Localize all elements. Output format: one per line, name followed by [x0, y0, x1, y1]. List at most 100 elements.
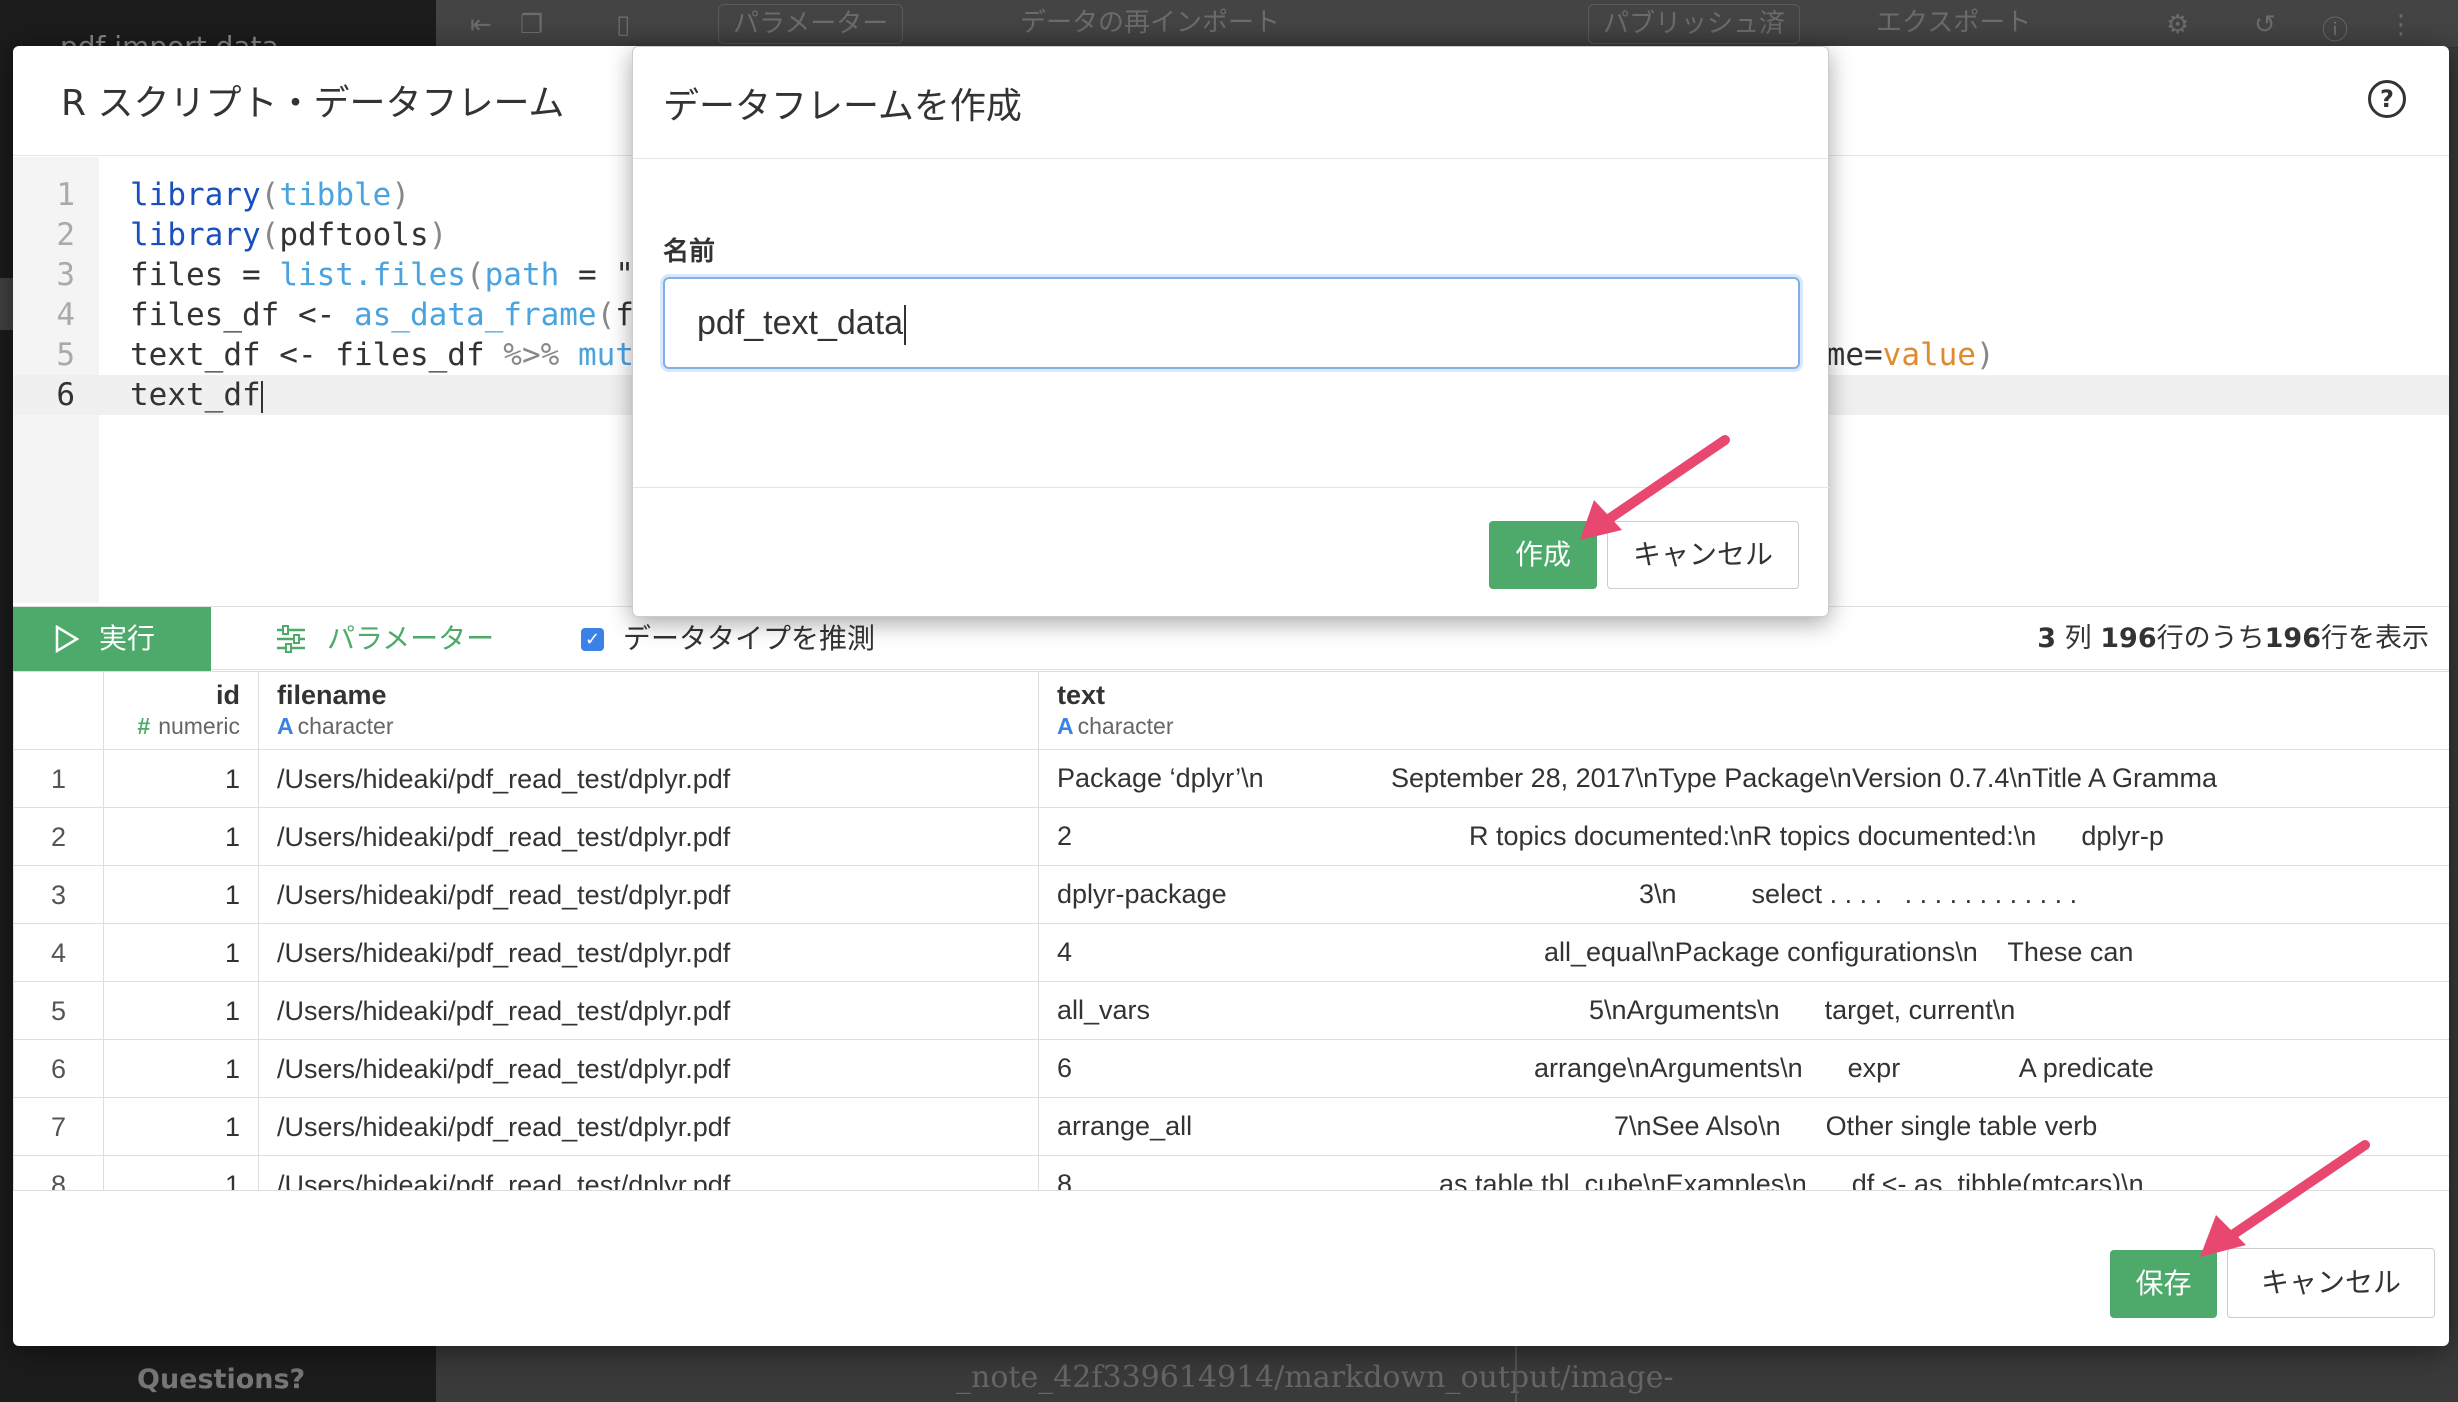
cell-text-right: arrange\nArguments\n expr A predicate	[1534, 1053, 2154, 1083]
row-number: 4	[13, 923, 104, 982]
table-row[interactable]: 4 1/Users/hideaki/pdf_read_test/dplyr.pdf…	[13, 923, 2449, 982]
cell-id: 1	[103, 923, 259, 982]
name-field-label: 名前	[663, 237, 716, 267]
cell-text-left: dplyr-package	[1057, 879, 1227, 909]
table-row[interactable]: 2 1/Users/hideaki/pdf_read_test/dplyr.pdf…	[13, 807, 2449, 866]
save-button[interactable]: 保存	[2110, 1250, 2217, 1318]
code-text: files = list.files(path = "~	[130, 257, 653, 293]
cell-text-right: all_equal\nPackage configurations\n Thes…	[1544, 937, 2134, 967]
background-divider	[1515, 1345, 1517, 1402]
cell-id: 1	[103, 865, 259, 924]
cell-id: 1	[103, 1155, 259, 1190]
cell-filename: /Users/hideaki/pdf_read_test/dplyr.pdf	[258, 865, 1039, 924]
table-row[interactable]: 7 1/Users/hideaki/pdf_read_test/dplyr.pdf…	[13, 1097, 2449, 1156]
table-row[interactable]: 5 1/Users/hideaki/pdf_read_test/dplyr.pdf…	[13, 981, 2449, 1040]
row-number: 2	[13, 807, 104, 866]
column-header-text[interactable]: text Acharacter	[1038, 671, 2449, 750]
character-type-icon: A	[277, 713, 294, 739]
column-header-filename[interactable]: filename Acharacter	[258, 671, 1039, 750]
cell-text-left: Package ‘dplyr’\n	[1057, 763, 1264, 793]
run-button[interactable]: 実行	[13, 607, 211, 671]
cell-text-left: all_vars	[1057, 995, 1151, 1025]
cell-text-right: R topics documented:\nR topics documente…	[1469, 821, 2164, 851]
create-button[interactable]: 作成	[1489, 521, 1597, 589]
cell-text: Package ‘dplyr’\n September 28, 2017\nTyp…	[1038, 749, 2449, 808]
background-reimport-button: データの再インポート	[1020, 8, 1281, 38]
device-icon: ▯	[616, 10, 631, 40]
cell-filename: /Users/hideaki/pdf_read_test/dplyr.pdf	[258, 981, 1039, 1040]
infer-datatype-label: データタイプを推測	[623, 622, 876, 655]
code-text: files_df <- as_data_frame(fi	[130, 297, 653, 333]
dialog-header: データフレームを作成	[633, 47, 1828, 159]
modal-title: R スクリプト・データフレーム	[61, 83, 565, 124]
numeric-type-icon: #	[137, 713, 151, 739]
cell-filename: /Users/hideaki/pdf_read_test/dplyr.pdf	[258, 1155, 1039, 1190]
summary-col-unit: 列	[2056, 623, 2101, 654]
column-header-id[interactable]: id # numeric	[103, 671, 259, 750]
row-number: 5	[13, 981, 104, 1040]
history-icon: ↺	[2254, 10, 2276, 40]
cell-text-right: September 28, 2017\nType Package\nVersio…	[1391, 763, 2217, 793]
run-button-label: 実行	[99, 622, 156, 655]
cell-text-right: 5\nArguments\n target, current\n	[1589, 995, 2091, 1025]
table-row[interactable]: 6 1/Users/hideaki/pdf_read_test/dplyr.pdf…	[13, 1039, 2449, 1098]
character-type-icon: A	[1057, 713, 1074, 739]
collapse-icon: ⇤	[470, 10, 492, 40]
summary-mid-text: 行のうち	[2156, 623, 2265, 654]
column-name: filename	[277, 680, 387, 710]
table-row[interactable]: 3 1/Users/hideaki/pdf_read_test/dplyr.pdf…	[13, 865, 2449, 924]
code-text-tail: ame=value)	[1808, 337, 1995, 373]
background-parameters-button: パラメーター	[718, 4, 904, 44]
cell-id: 1	[103, 1097, 259, 1156]
cell-text-left: 6	[1057, 1053, 1073, 1083]
cell-text: all_vars 5\nArguments\n target, current\n	[1038, 981, 2449, 1040]
cancel-button[interactable]: キャンセル	[2227, 1248, 2435, 1318]
table-row[interactable]: 1 1/Users/hideaki/pdf_read_test/dplyr.pdf…	[13, 749, 2449, 808]
cell-text: dplyr-package 3\n select . . . . . . . . …	[1038, 865, 2449, 924]
questions-link: Questions?	[137, 1364, 306, 1395]
line-number: 6	[56, 377, 75, 413]
settings-icon: ⚙	[2166, 10, 2190, 40]
column-type: # numeric	[122, 712, 240, 740]
data-preview-table-wrapper[interactable]: id # numeric filename Acharacter text Ach…	[13, 671, 2449, 1191]
cell-filename: /Users/hideaki/pdf_read_test/dplyr.pdf	[258, 1039, 1039, 1098]
data-preview-table: id # numeric filename Acharacter text Ach…	[13, 671, 2449, 1191]
dialog-title: データフレームを作成	[663, 86, 1022, 127]
line-number: 4	[56, 297, 75, 333]
dialog-cancel-button[interactable]: キャンセル	[1607, 521, 1799, 589]
copy-icon: ❐	[520, 10, 544, 40]
summary-end-text: 行を表示	[2321, 623, 2429, 654]
cell-text-left: 4	[1057, 937, 1073, 967]
cell-text: 6 arrange\nArguments\n expr A predicate	[1038, 1039, 2449, 1098]
play-icon	[55, 625, 79, 653]
row-number: 6	[13, 1039, 104, 1098]
code-text: text_df <- files_df %>% muta	[130, 337, 653, 373]
parameters-button[interactable]: パラメーター	[275, 607, 494, 671]
summary-total-rows: 196	[2100, 623, 2157, 654]
cell-id: 1	[103, 1039, 259, 1098]
cell-text-right: as.table.tbl_cube\nExamples\n df <- as_t…	[1439, 1169, 2144, 1191]
summary-shown-rows: 196	[2264, 623, 2321, 654]
cell-text-right: 7\nSee Also\n Other single table verb	[1614, 1111, 2098, 1141]
line-number: 3	[56, 257, 75, 293]
cell-text-right: 3\n select . . . . . . . . . . . . . . .…	[1639, 879, 2078, 909]
column-type-label: character	[297, 713, 394, 739]
table-header-row: id # numeric filename Acharacter text Ach…	[13, 671, 2449, 750]
code-text: library(tibble)	[130, 177, 410, 213]
cell-id: 1	[103, 807, 259, 866]
column-type: Acharacter	[1057, 712, 2449, 740]
cell-text-left: 2	[1057, 821, 1073, 851]
name-input[interactable]: pdf_text_data	[663, 277, 1800, 369]
more-icon: ⋮	[2388, 10, 2414, 40]
line-number: 2	[56, 217, 75, 253]
background-export-button: エクスポート	[1876, 8, 2032, 38]
row-summary: 3 列 196行のうち196行を表示	[2037, 607, 2429, 671]
infer-datatype-checkbox[interactable]: ✓	[581, 628, 604, 651]
question-circle-icon[interactable]: ?	[2368, 80, 2406, 118]
cell-text: 4 all_equal\nPackage configurations\n The…	[1038, 923, 2449, 982]
code-text: text_df	[130, 377, 263, 413]
table-row[interactable]: 8 1/Users/hideaki/pdf_read_test/dplyr.pdf…	[13, 1155, 2449, 1191]
row-number: 1	[13, 749, 104, 808]
line-number: 5	[56, 337, 75, 373]
create-dataframe-dialog: データフレームを作成 名前 pdf_text_data 作成 キャンセル	[632, 46, 1830, 617]
